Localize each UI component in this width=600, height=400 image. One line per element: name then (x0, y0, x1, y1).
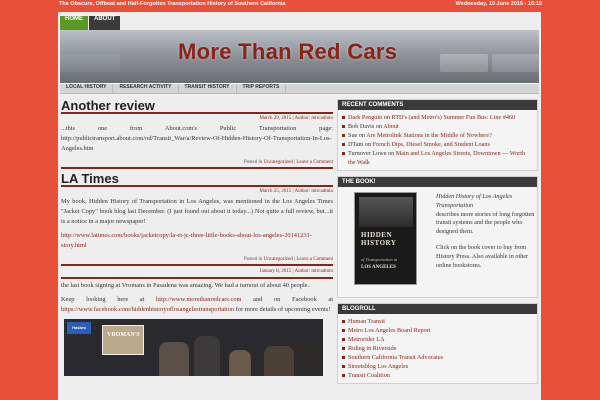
recent-comments-widget: RECENT COMMENTS Dark Penguin on RTD's (a… (337, 99, 538, 171)
blogroll-item: Southern California Transit Advocates (342, 353, 533, 362)
subnav-local-history[interactable]: LOCAL HISTORY (60, 84, 114, 93)
comment-item: DTam on French Dips, Diesel Smoke, and S… (342, 140, 533, 149)
book-title: Hidden History of Los Angeles Transporta… (436, 193, 513, 209)
site-tagline: The Obscure, Offbeat and Half-Forgotten … (59, 1, 286, 7)
post-meta: March 25, 2015 | Author: mtrcadmin (259, 189, 334, 194)
site-header[interactable]: More Than Red Cars (60, 30, 539, 83)
comment-item: Dark Penguin on RTD's (and Metro's) Summ… (342, 113, 533, 122)
post-title[interactable]: Another review (61, 99, 333, 114)
category-link[interactable]: Uncategorized (264, 160, 293, 165)
book-description: Hidden History of Los Angeles Transporta… (436, 193, 535, 269)
blogroll-item: Streetsblog Los Angeles (342, 362, 533, 371)
main-nav: HOME ABOUT (60, 16, 121, 30)
vromans-banner: VROMAN'S (102, 325, 144, 355)
comment-item: Sue on Are Metrolink Stations in the Mid… (342, 131, 533, 140)
nav-about-link[interactable]: ABOUT (89, 16, 121, 30)
post-body: My book, Hidden History of Transportatio… (61, 198, 333, 225)
site-title[interactable]: More Than Red Cars (178, 39, 397, 65)
post-footer: Posted in Uncategorized | Leave a Commen… (61, 158, 333, 169)
facebook-link[interactable]: https://www.facebook.com/hiddenhistoryof… (61, 306, 234, 313)
subnav-research-activity[interactable]: RESEARCH ACTIVITY (113, 84, 179, 93)
top-bar: The Obscure, Offbeat and Half-Forgotten … (0, 0, 600, 11)
post-meta: March 29, 2015 | Author: mtrcadmin (259, 116, 334, 121)
nav-home-link[interactable]: HOME (60, 16, 88, 30)
post-footer: Posted in Uncategorized | Leave a Commen… (61, 255, 333, 266)
post-body: the last book signing at Vromans in Pasa… (61, 282, 310, 289)
blogroll-item: Transit Coalition (342, 371, 533, 380)
blogroll-item: Metro Los Angeles Board Report (342, 326, 533, 335)
post-body: Keep looking here at http://www.morethan… (61, 296, 333, 313)
post-body: ...this one from About.com's Public Tran… (61, 125, 333, 152)
current-date: Wednesday, 10 June 2015 - 16:19 (455, 1, 542, 7)
widget-title: BLOGROLL (338, 304, 537, 314)
post: LA Times March 25, 2015 | Author: mtrcad… (61, 172, 333, 266)
comment-link[interactable]: Leave a Comment (296, 160, 333, 165)
category-nav: LOCAL HISTORY RESEARCH ACTIVITY TRANSIT … (60, 83, 539, 94)
post-title[interactable]: LA Times (61, 172, 333, 187)
sidebar: RECENT COMMENTS Dark Penguin on RTD's (a… (337, 99, 538, 389)
comment-link[interactable]: Leave a Comment (296, 257, 333, 262)
main-content: Another review March 29, 2015 | Author: … (61, 99, 333, 376)
subnav-transit-history[interactable]: TRANSIT HISTORY (179, 84, 237, 93)
post: January 8, 2015 | Author: mtrcadmin the … (61, 269, 333, 376)
comment-item: Turnover Lowe on Main and Los Angeles St… (342, 149, 533, 167)
subnav-trip-reports[interactable]: TRIP REPORTS (237, 84, 287, 93)
widget-title: RECENT COMMENTS (338, 100, 537, 110)
post-meta: January 8, 2015 | Author: mtrcadmin (259, 269, 334, 274)
book-signing-photo: Hasbro VROMAN'S (64, 319, 323, 376)
book-widget: THE BOOK! HIDDEN HISTORY of Transportati… (337, 176, 538, 298)
book-cover-image[interactable]: HIDDEN HISTORY of Transportation in LOS … (354, 192, 417, 285)
blogroll-item: Human Transit (342, 317, 533, 326)
blogroll-item: Metrorider LA (342, 335, 533, 344)
widget-title: THE BOOK! (338, 177, 537, 187)
page-wrapper: HOME ABOUT More Than Red Cars LOCAL HIST… (58, 12, 541, 400)
category-link[interactable]: Uncategorized (264, 257, 293, 262)
site-link[interactable]: http://www.morethanredcars.com (156, 296, 241, 303)
blogroll-item: Riding in Riverside (342, 344, 533, 353)
photo-badge: Hasbro (67, 322, 91, 334)
comment-item: Bob Davis on About (342, 122, 533, 131)
blogroll-widget: BLOGROLL Human Transit Metro Los Angeles… (337, 303, 538, 384)
post-link[interactable]: http://www.latimes.com/books/jacketcopy/… (61, 232, 312, 249)
post: Another review March 29, 2015 | Author: … (61, 99, 333, 169)
